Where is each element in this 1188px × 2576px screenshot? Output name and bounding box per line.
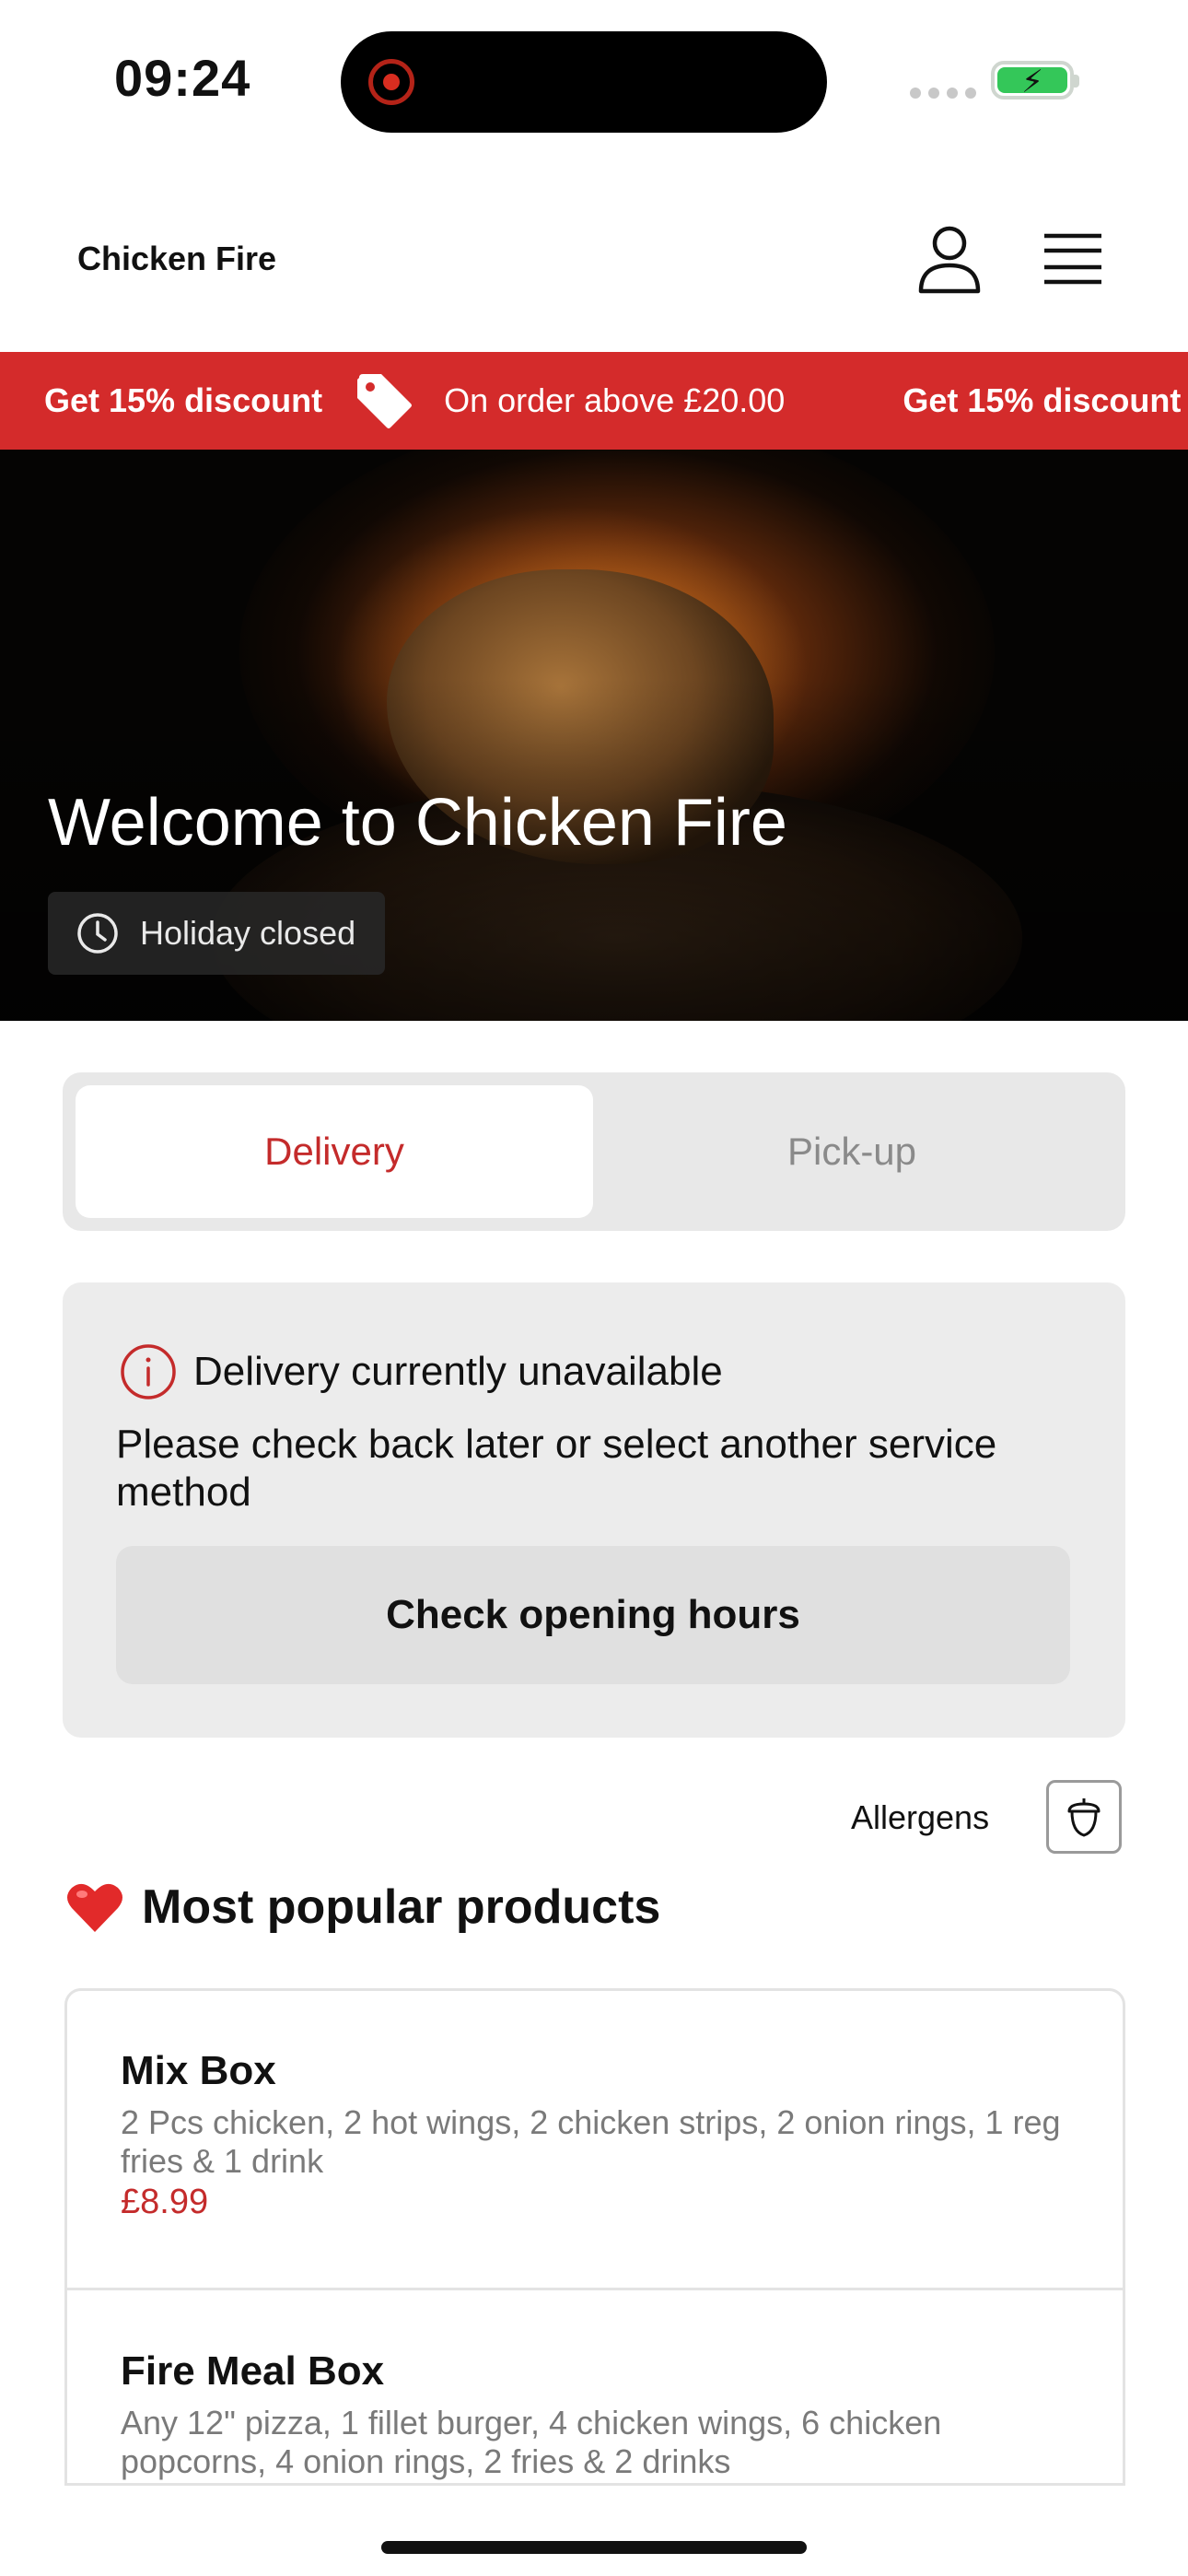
popular-products-title: Most popular products (142, 1880, 661, 1934)
acorn-allergen-icon (1067, 1798, 1101, 1837)
product-list: Mix Box 2 Pcs chicken, 2 hot wings, 2 ch… (64, 1988, 1125, 2486)
cellular-signal-icon (910, 88, 976, 99)
recording-indicator-icon (368, 59, 414, 105)
brand-name[interactable]: Chicken Fire (77, 240, 276, 278)
clock-icon (77, 913, 118, 954)
user-account-icon[interactable] (917, 225, 982, 295)
status-time: 09:24 (114, 49, 251, 107)
notice-header: Delivery currently unavailable (120, 1343, 723, 1400)
check-opening-hours-button[interactable]: Check opening hours (116, 1546, 1070, 1684)
hamburger-menu-icon[interactable] (1042, 232, 1103, 286)
popular-products-heading: Most popular products (66, 1879, 660, 1935)
product-name: Mix Box (121, 2048, 276, 2093)
product-item-mix-box[interactable]: Mix Box 2 Pcs chicken, 2 hot wings, 2 ch… (67, 2048, 1123, 2222)
allergens-label[interactable]: Allergens (851, 1798, 989, 1837)
battery-charging-icon: ⚡ (991, 61, 1079, 100)
status-bar: 09:24 ⚡ (0, 0, 1188, 157)
product-divider (67, 2288, 1123, 2290)
tab-pickup[interactable]: Pick-up (593, 1085, 1111, 1218)
red-heart-icon (67, 1883, 122, 1932)
allergens-button[interactable] (1046, 1780, 1122, 1854)
promo-banner: Get 15% discount On order above £20.00 G… (0, 352, 1188, 450)
store-status-label: Holiday closed (140, 914, 356, 952)
store-status-badge: Holiday closed (48, 892, 386, 975)
hero-banner: Welcome to Chicken Fire Holiday closed (0, 450, 1188, 1021)
promo-discount-label: Get 15% discount (44, 381, 323, 419)
app-header: Chicken Fire (0, 184, 1188, 350)
promo-condition-label: On order above £20.00 (444, 381, 786, 419)
info-alert-icon (121, 1344, 176, 1399)
delivery-unavailable-card: Delivery currently unavailable Please ch… (63, 1282, 1125, 1738)
dynamic-island (341, 31, 827, 133)
product-description: 2 Pcs chicken, 2 hot wings, 2 chicken st… (121, 2103, 1061, 2180)
service-method-toggle: Delivery Pick-up (63, 1072, 1125, 1231)
product-item-fire-meal-box[interactable]: Fire Meal Box Any 12" pizza, 1 fillet bu… (67, 2348, 1123, 2481)
product-price: £8.99 (121, 2183, 209, 2221)
product-description: Any 12" pizza, 1 fillet burger, 4 chicke… (121, 2404, 942, 2480)
tab-delivery[interactable]: Delivery (76, 1085, 593, 1218)
hero-title: Welcome to Chicken Fire (48, 786, 787, 860)
notice-message: Please check back later or select anothe… (116, 1422, 997, 1515)
home-indicator[interactable] (381, 2541, 807, 2554)
notice-title: Delivery currently unavailable (193, 1349, 723, 1394)
promo-discount-label-repeat: Get 15% discount (903, 381, 1182, 419)
price-tag-icon (357, 374, 413, 428)
product-name: Fire Meal Box (121, 2348, 385, 2394)
